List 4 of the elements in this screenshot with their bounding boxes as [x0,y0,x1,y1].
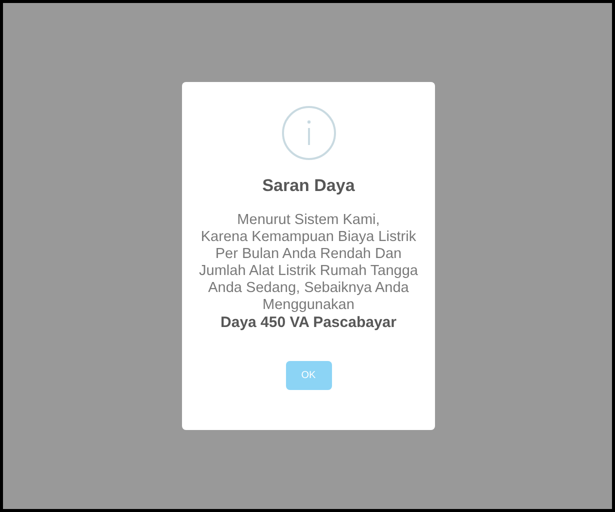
dialog-title: Saran Daya [262,176,355,196]
dialog-message: Menurut Sistem Kami, Karena Kemampuan Biaya Listrik Per Bulan Anda Rendah Dan Jumlah Alat Listrik Rumah Tangga Anda Sedang, Sebaiknya Anda Menggunakan Daya 450 VA Pascabayar [199,212,418,332]
info-icon [280,105,336,161]
ok-button[interactable]: OK [286,361,332,390]
